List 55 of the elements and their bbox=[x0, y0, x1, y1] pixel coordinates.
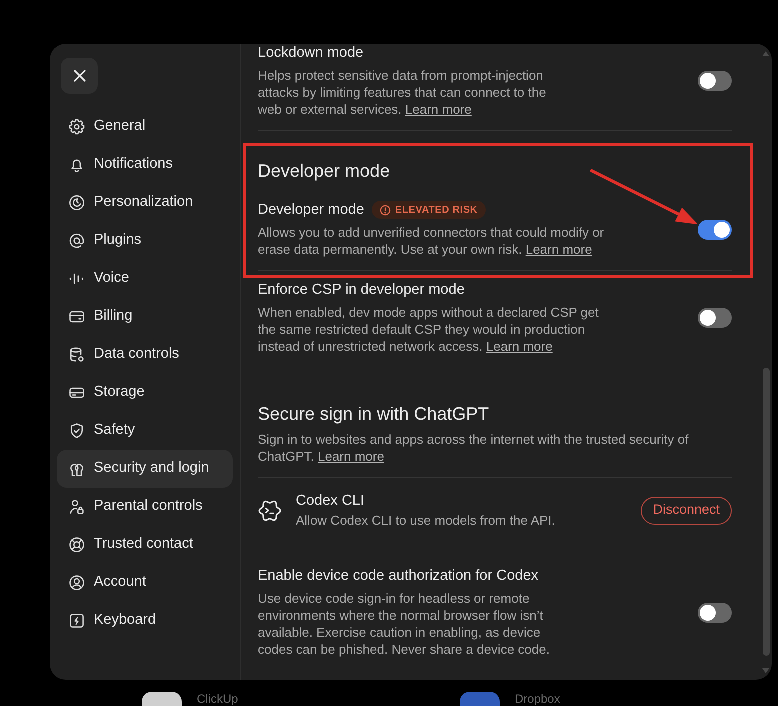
toggle-switch[interactable] bbox=[698, 602, 732, 622]
at-sign-icon bbox=[68, 232, 86, 250]
learn-more-link[interactable]: Learn more bbox=[526, 242, 592, 257]
circle-swirl-icon bbox=[68, 194, 86, 212]
setting-description: Use device code sign-in for headless or remote environments where the normal browser flow isn’t available. Exercise caution in enabling, as device codes can be phished. Never share a device code. bbox=[258, 590, 551, 658]
sidebar-item[interactable]: Trusted contact bbox=[57, 526, 233, 564]
database-icon bbox=[68, 346, 86, 364]
terminal-blob-icon bbox=[258, 498, 282, 522]
setting-description: Allows you to add unverified connectors that could modify or erase data permanently. Use at your own risk. Learn more bbox=[258, 224, 606, 258]
setting-title: Enable device code authorization for Codex bbox=[258, 567, 539, 585]
setting-title: Developer mode bbox=[258, 201, 364, 219]
gear-icon bbox=[68, 118, 86, 136]
sidebar-item[interactable]: Billing bbox=[57, 298, 233, 336]
lifebuoy-icon bbox=[68, 536, 86, 554]
sidebar-item[interactable]: Parental controls bbox=[57, 488, 233, 526]
learn-more-link[interactable]: Learn more bbox=[405, 102, 472, 117]
learn-more-link[interactable]: Learn more bbox=[486, 339, 553, 354]
toggle-switch[interactable] bbox=[698, 71, 732, 91]
sidebar-item[interactable]: General bbox=[57, 108, 233, 146]
connection-title: Codex CLI bbox=[296, 492, 366, 510]
person-lock-icon bbox=[68, 498, 86, 516]
sidebar-item[interactable]: Voice bbox=[57, 260, 233, 298]
setting-title: Lockdown mode bbox=[258, 44, 364, 62]
sidebar-item[interactable]: Personalization bbox=[57, 184, 233, 222]
sidebar-item[interactable]: Safety bbox=[57, 412, 233, 450]
bolt-square-icon bbox=[68, 612, 86, 630]
section-heading: Developer mode bbox=[258, 160, 392, 183]
user-circle-icon bbox=[68, 574, 86, 592]
connection-description: Allow Codex CLI to use models from the API. bbox=[296, 512, 556, 529]
learn-more-link[interactable]: Learn more bbox=[318, 449, 384, 464]
toggle-switch[interactable] bbox=[698, 308, 732, 328]
section-heading: Secure sign in with ChatGPT bbox=[258, 403, 490, 426]
close-button[interactable] bbox=[61, 58, 98, 94]
scroll-up-arrow-icon bbox=[762, 51, 770, 57]
section-description: Sign in to websites and apps across the internet with the trusted security of ChatGPT. Learn more bbox=[258, 431, 690, 465]
sidebar-item[interactable]: Data controls bbox=[57, 336, 233, 374]
scroll-down-arrow-icon bbox=[762, 668, 770, 674]
sidebar-item[interactable]: Security and login bbox=[57, 450, 233, 488]
close-icon bbox=[72, 69, 86, 83]
setting-description: When enabled, dev mode apps without a declared CSP get the same restricted default CSP they would in production instead of unrestricted network access. Learn more bbox=[258, 304, 600, 355]
sidebar-item[interactable]: Plugins bbox=[57, 222, 233, 260]
scrollbar-thumb[interactable] bbox=[762, 368, 770, 656]
toggle-switch[interactable] bbox=[698, 220, 732, 240]
shield-check-icon bbox=[68, 422, 86, 440]
setting-title: Enforce CSP in developer mode bbox=[258, 281, 465, 299]
app-name: ClickUp bbox=[197, 692, 238, 706]
sidebar-item[interactable]: Account bbox=[57, 564, 233, 602]
sidebar-item[interactable]: Notifications bbox=[57, 146, 233, 184]
app-name: Dropbox bbox=[515, 692, 560, 706]
setting-description: Helps protect sensitive data from prompt-injection attacks by limiting features that can connect to the web or external services. Learn more bbox=[258, 67, 548, 118]
sidebar-item[interactable]: Keyboard bbox=[57, 602, 233, 640]
risk-label: ELEVATED RISK bbox=[395, 204, 478, 218]
sidebar-item[interactable]: Storage bbox=[57, 374, 233, 412]
alert-circle-icon bbox=[380, 204, 392, 216]
disconnect-button[interactable]: Disconnect bbox=[641, 496, 732, 524]
